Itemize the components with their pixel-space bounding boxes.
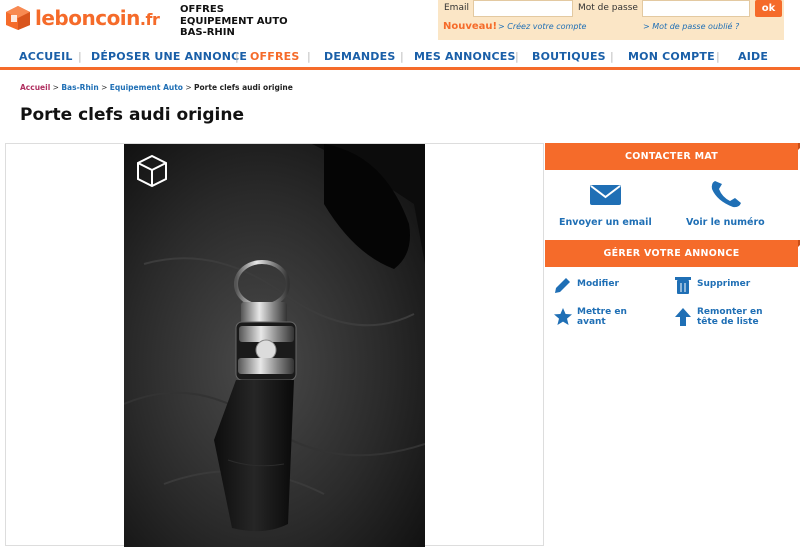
breadcrumb-sep: > — [50, 83, 62, 92]
logo-name: leboncoin — [35, 6, 140, 30]
keychain-photo[interactable] — [124, 144, 425, 547]
nav-separator: | — [515, 50, 519, 63]
main-nav: ACCUEIL | DÉPOSER UNE ANNONCE | OFFRES |… — [0, 42, 800, 70]
sidebar: CONTACTER MAT Envoyer un email Voir le n… — [545, 143, 800, 367]
modify-label: Modifier — [577, 279, 619, 289]
highlight-line2: avant — [577, 317, 606, 327]
manage-actions: Modifier Supprimer Mettre en avant Remont… — [545, 267, 798, 367]
forgot-password-link[interactable]: > Mot de passe oublié ? — [643, 22, 739, 31]
breadcrumb-home[interactable]: Accueil — [20, 83, 50, 92]
email-field[interactable] — [473, 0, 573, 17]
contact-header: CONTACTER MAT — [545, 143, 800, 170]
nav-accueil[interactable]: ACCUEIL — [19, 50, 73, 63]
nav-aide[interactable]: AIDE — [738, 50, 768, 63]
manage-header: GÉRER VOTRE ANNONCE — [545, 240, 800, 267]
photo-frame — [5, 143, 544, 547]
nav-separator: | — [610, 50, 614, 63]
login-panel: Email Mot de passe ok Nouveau! > Créez v… — [438, 0, 784, 40]
highlight-line1: Mettre en — [577, 307, 627, 317]
nav-boutiques[interactable]: BOUTIQUES — [532, 50, 606, 63]
new-label: Nouveau! — [443, 21, 498, 32]
breadcrumb-current: Porte clefs audi origine — [194, 83, 293, 92]
phone-icon[interactable] — [709, 179, 743, 213]
arrow-up-icon — [675, 308, 691, 326]
bump-line2: tête de liste — [697, 317, 759, 327]
context-labels: OFFRES EQUIPEMENT AUTO BAS-RHIN — [180, 4, 288, 39]
breadcrumb: Accueil > Bas-Rhin > Equipement Auto > P… — [20, 83, 293, 92]
envelope-icon[interactable] — [589, 184, 622, 210]
highlight-label: Mettre en avant — [577, 307, 627, 327]
trash-icon — [675, 277, 691, 294]
context-category: EQUIPEMENT AUTO — [180, 15, 288, 27]
nav-demandes[interactable]: DEMANDES — [324, 50, 395, 63]
page-title: Porte clefs audi origine — [20, 105, 244, 125]
nav-offres[interactable]: OFFRES — [250, 50, 300, 63]
breadcrumb-category[interactable]: Equipement Auto — [110, 83, 183, 92]
nav-deposer[interactable]: DÉPOSER UNE ANNONCE — [91, 50, 247, 63]
nav-separator: | — [307, 50, 311, 63]
bump-button[interactable]: Remonter en tête de liste — [673, 307, 763, 327]
nav-separator: | — [235, 50, 239, 63]
site-logo[interactable]: leboncoin.fr — [5, 5, 160, 31]
lbc-cube-icon — [135, 154, 169, 188]
breadcrumb-region[interactable]: Bas-Rhin — [61, 83, 98, 92]
show-number-link[interactable]: Voir le numéro — [686, 217, 765, 228]
logo-tld: .fr — [139, 10, 160, 29]
highlight-button[interactable]: Mettre en avant — [553, 307, 627, 327]
send-email-link[interactable]: Envoyer un email — [559, 217, 652, 228]
logo-text: leboncoin.fr — [35, 6, 160, 30]
star-icon — [554, 308, 572, 325]
top-bar: leboncoin.fr OFFRES EQUIPEMENT AUTO BAS-… — [0, 0, 800, 42]
logo-cube-icon — [5, 5, 31, 31]
delete-label: Supprimer — [697, 279, 751, 289]
context-offres: OFFRES — [180, 4, 224, 15]
context-region: BAS-RHIN — [180, 27, 235, 38]
bump-line1: Remonter en — [697, 307, 763, 317]
email-label: Email — [444, 3, 469, 13]
create-account-link[interactable]: > Créez votre compte — [498, 22, 586, 31]
breadcrumb-sep: > — [182, 83, 195, 92]
breadcrumb-sep: > — [98, 83, 110, 92]
password-field[interactable] — [642, 0, 750, 17]
delete-button[interactable]: Supprimer — [673, 275, 750, 295]
modify-button[interactable]: Modifier — [553, 275, 619, 295]
nav-separator: | — [78, 50, 82, 63]
nav-separator: | — [716, 50, 720, 63]
nav-mon-compte[interactable]: MON COMPTE — [628, 50, 715, 63]
nav-mes-annonces[interactable]: MES ANNONCES — [414, 50, 516, 63]
password-label: Mot de passe — [578, 3, 638, 13]
bump-label: Remonter en tête de liste — [697, 307, 763, 327]
nav-separator: | — [400, 50, 404, 63]
pencil-icon — [555, 278, 570, 293]
login-ok-button[interactable]: ok — [755, 0, 782, 17]
contact-actions: Envoyer un email Voir le numéro — [545, 170, 798, 240]
